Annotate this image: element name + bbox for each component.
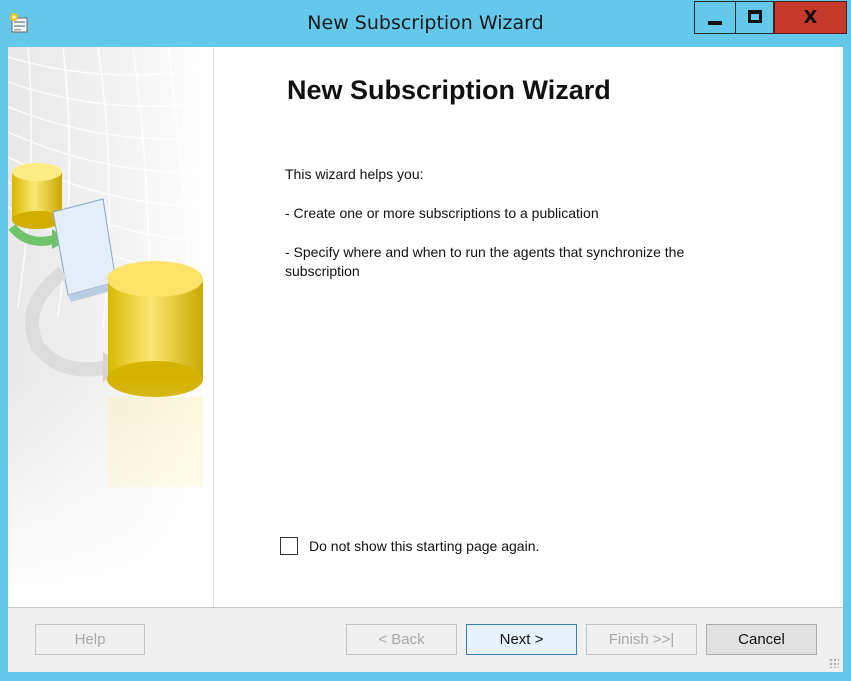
- help-button[interactable]: Help: [35, 624, 145, 655]
- minimize-icon: [708, 21, 722, 25]
- maximize-icon: [748, 10, 762, 23]
- page-title: New Subscription Wizard: [287, 75, 611, 105]
- next-button[interactable]: Next >: [466, 624, 577, 655]
- database-replication-illustration: [8, 47, 213, 607]
- minimize-button[interactable]: [694, 1, 736, 34]
- side-panel-divider: [213, 47, 214, 607]
- title-bar[interactable]: New Subscription Wizard X: [0, 0, 851, 48]
- resize-grip-icon[interactable]: [829, 658, 839, 668]
- close-icon: X: [803, 7, 818, 28]
- close-button[interactable]: X: [774, 1, 847, 34]
- maximize-button[interactable]: [735, 1, 774, 34]
- dont-show-checkbox[interactable]: [280, 537, 298, 555]
- cancel-button[interactable]: Cancel: [706, 624, 817, 655]
- intro-text: This wizard helps you:: [285, 166, 424, 182]
- finish-button[interactable]: Finish >>|: [586, 624, 697, 655]
- back-button[interactable]: < Back: [346, 624, 457, 655]
- button-bar: Help < Back Next > Finish >>| Cancel: [8, 607, 843, 672]
- wizard-window: New Subscription Wizard X New Subscripti…: [0, 0, 851, 681]
- wizard-client-area: New Subscription Wizard This wizard help…: [8, 47, 843, 672]
- bullet-item: - Create one or more subscriptions to a …: [285, 205, 599, 221]
- dont-show-label[interactable]: Do not show this starting page again.: [309, 538, 539, 554]
- bullet-item: - Specify where and when to run the agen…: [285, 244, 685, 279]
